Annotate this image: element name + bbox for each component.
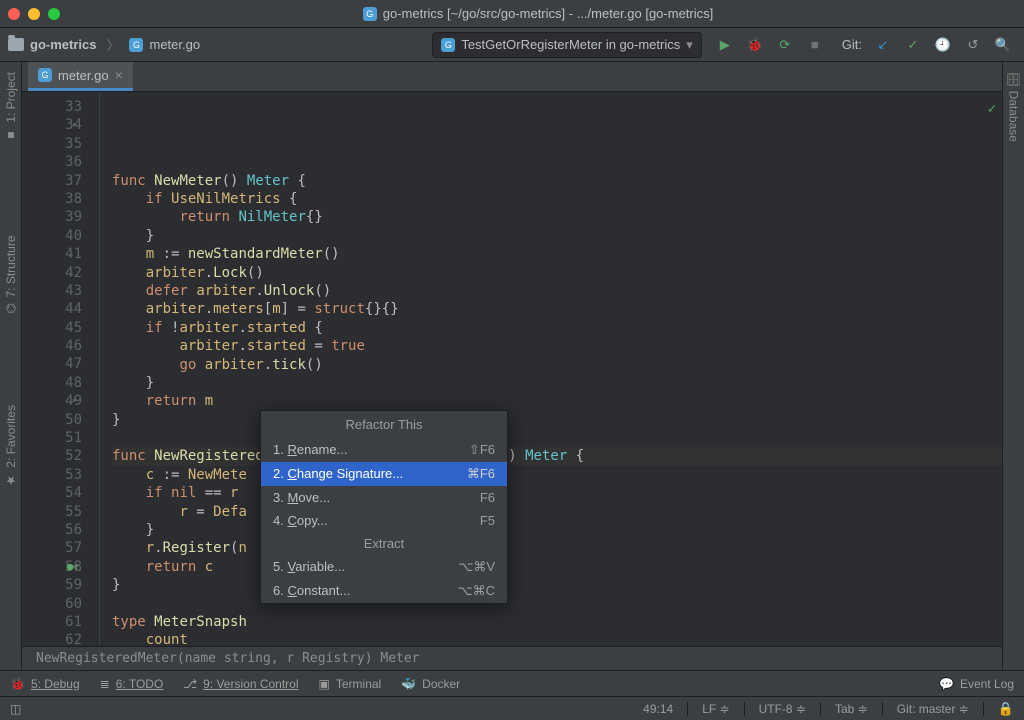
left-tool-sidebar: ■ 1: Project ⌬ 7: Structure ★ 2: Favorit…	[0, 62, 22, 670]
main-area: ■ 1: Project ⌬ 7: Structure ★ 2: Favorit…	[0, 62, 1024, 670]
chevron-down-icon: ▾	[686, 37, 693, 53]
popup-section-extract: Extract	[261, 532, 507, 555]
code-editor[interactable]: 3334▸353637383940414243444546474849▸5051…	[22, 92, 1002, 646]
sidebar-tab-project[interactable]: ■ 1: Project	[2, 66, 20, 149]
navbar: go-metrics 〉 G meter.go G TestGetOrRegis…	[0, 28, 1024, 62]
run-button[interactable]: ▶	[716, 36, 734, 54]
editor-tab-meter[interactable]: G meter.go ×	[28, 62, 133, 91]
revert-icon[interactable]: ↺	[964, 36, 982, 54]
debug-button[interactable]: 🐞	[746, 36, 764, 54]
statusbar: ◫ 49:14 LF ≑ UTF-8 ≑ Tab ≑ Git: master ≑…	[0, 696, 1024, 720]
popup-title: Refactor This	[261, 411, 507, 438]
sidebar-tab-structure[interactable]: ⌬ 7: Structure	[2, 229, 20, 320]
titlebar: G go-metrics [~/go/src/go-metrics] - ...…	[0, 0, 1024, 28]
status-indent[interactable]: Tab ≑	[835, 702, 868, 716]
go-test-icon: G	[441, 38, 455, 52]
code-content[interactable]: ✓ func NewMeter() Meter { if UseNilMetri…	[100, 92, 1002, 646]
breadcrumb[interactable]: go-metrics 〉 G meter.go	[8, 35, 200, 54]
maximize-window-icon[interactable]	[48, 8, 60, 20]
right-tool-sidebar: 🗄 Database	[1002, 62, 1024, 670]
window-icon[interactable]: ◫	[10, 702, 21, 716]
refactor-item[interactable]: 4. Copy...F5	[261, 509, 507, 532]
status-cursor-pos[interactable]: 49:14	[643, 702, 673, 716]
refactor-popup: Refactor This 1. Rename...⇧F62. Change S…	[260, 410, 508, 604]
breadcrumb-project[interactable]: go-metrics	[30, 37, 96, 52]
stop-button: ■	[806, 36, 824, 54]
tool-eventlog[interactable]: 💬 Event Log	[939, 677, 1014, 691]
sidebar-tab-favorites[interactable]: ★ 2: Favorites	[2, 399, 20, 494]
go-file-icon: G	[38, 68, 52, 82]
bottom-toolbar: 🐞 5: Debug ≣ 6: TODO ⎇ 9: Version Contro…	[0, 670, 1024, 696]
line-gutter: 3334▸353637383940414243444546474849▸5051…	[22, 92, 100, 646]
tool-todo[interactable]: ≣ 6: TODO	[100, 677, 164, 691]
go-file-icon: G	[363, 7, 377, 21]
sidebar-tab-database[interactable]: 🗄 Database	[1005, 66, 1023, 148]
close-tab-icon[interactable]: ×	[115, 67, 123, 83]
code-breadcrumb[interactable]: NewRegisteredMeter(name string, r Regist…	[22, 646, 1002, 670]
history-icon[interactable]: 🕘	[934, 36, 952, 54]
refactor-item[interactable]: 1. Rename...⇧F6	[261, 438, 507, 462]
lock-icon[interactable]: 🔒	[998, 701, 1014, 717]
editor-area: G meter.go × 3334▸3536373839404142434445…	[22, 62, 1002, 670]
commit-icon[interactable]: ✓	[904, 36, 922, 54]
refactor-item[interactable]: 3. Move...F6	[261, 486, 507, 509]
tool-docker[interactable]: 🐳 Docker	[401, 677, 460, 691]
update-project-icon[interactable]: ↙	[874, 36, 892, 54]
close-window-icon[interactable]	[8, 8, 20, 20]
refactor-extract-item[interactable]: 5. Variable...⌥⌘V	[261, 555, 507, 579]
chevron-right-icon: 〉	[106, 35, 119, 54]
refactor-item[interactable]: 2. Change Signature...⌘F6	[261, 462, 507, 486]
refactor-extract-item[interactable]: 6. Constant...⌥⌘C	[261, 579, 507, 603]
breadcrumb-file[interactable]: meter.go	[149, 37, 200, 52]
status-branch[interactable]: Git: master ≑	[897, 702, 969, 716]
inspection-ok-icon: ✓	[988, 100, 996, 118]
status-encoding[interactable]: UTF-8 ≑	[759, 702, 806, 716]
run-configuration-dropdown[interactable]: G TestGetOrRegisterMeter in go-metrics ▾	[432, 32, 701, 58]
window-title: G go-metrics [~/go/src/go-metrics] - ...…	[60, 6, 1016, 21]
window-controls[interactable]	[8, 8, 60, 20]
run-coverage-button[interactable]: ⟳	[776, 36, 794, 54]
tool-debug[interactable]: 🐞 5: Debug	[10, 677, 80, 691]
tool-vcs[interactable]: ⎇ 9: Version Control	[183, 677, 298, 691]
status-line-separator[interactable]: LF ≑	[702, 702, 729, 716]
editor-tabs: G meter.go ×	[22, 62, 1002, 92]
folder-icon	[8, 38, 24, 51]
search-icon[interactable]: 🔍	[994, 36, 1012, 54]
minimize-window-icon[interactable]	[28, 8, 40, 20]
git-label: Git:	[842, 37, 862, 52]
tool-terminal[interactable]: ▣ Terminal	[319, 677, 382, 691]
go-file-icon: G	[129, 38, 143, 52]
